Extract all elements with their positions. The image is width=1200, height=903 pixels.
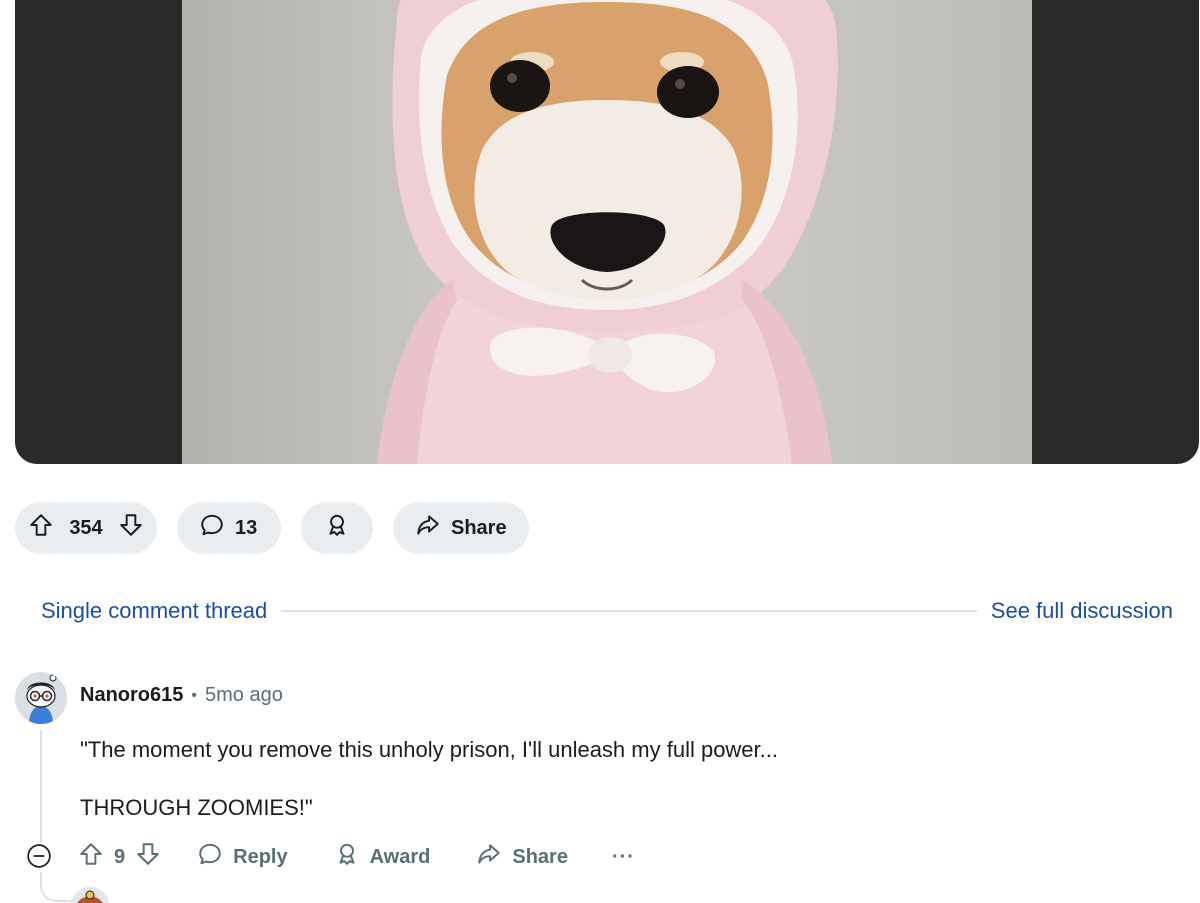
downvote-icon[interactable]	[118, 512, 144, 544]
reply-button[interactable]: Reply	[197, 841, 288, 873]
comments-button[interactable]: 13	[177, 502, 281, 554]
dog-illustration	[377, 0, 838, 464]
comment-count: 13	[235, 516, 258, 539]
share-arrow-icon	[476, 841, 502, 873]
award-icon	[334, 841, 360, 873]
snoo-avatar-icon	[15, 672, 67, 724]
comment-paragraph: "The moment you remove this unholy priso…	[80, 737, 778, 762]
reply-label: Reply	[233, 845, 288, 868]
see-full-discussion-link[interactable]: See full discussion	[991, 598, 1173, 624]
share-label: Share	[451, 516, 507, 539]
award-icon	[324, 512, 350, 544]
comment-meta: Nanoro615 • 5mo ago	[80, 684, 283, 707]
downvote-icon[interactable]	[135, 841, 161, 873]
comment-action-bar: 9 Reply Award Share ···	[26, 840, 635, 874]
upvote-icon[interactable]	[28, 512, 54, 544]
vote-control: 354	[15, 502, 157, 554]
comment-vote-count: 9	[114, 845, 126, 868]
single-comment-thread-link[interactable]: Single comment thread	[41, 598, 267, 624]
post-action-bar: 354 13 Share	[15, 502, 529, 554]
comment-bubble-icon	[197, 841, 223, 873]
comment-body: "The moment you remove this unholy priso…	[80, 735, 778, 851]
share-button[interactable]: Share	[476, 841, 568, 873]
vote-count: 354	[69, 516, 103, 539]
collapse-thread-button[interactable]	[26, 843, 54, 871]
comment-paragraph: THROUGH ZOOMIES!"	[80, 795, 313, 820]
collapse-minus-icon	[27, 844, 51, 868]
comment-bubble-icon	[199, 512, 225, 544]
reply-thread-connector	[40, 872, 72, 902]
thread-divider	[281, 610, 977, 612]
comment-author[interactable]: Nanoro615	[80, 684, 183, 707]
award-button[interactable]	[301, 502, 373, 554]
snoo-avatar-icon	[70, 887, 110, 903]
comment-vote-control: 9	[78, 841, 161, 873]
thread-line[interactable]	[40, 730, 42, 842]
comment-timestamp: 5mo ago	[204, 684, 283, 706]
share-arrow-icon	[415, 512, 441, 544]
avatar[interactable]	[15, 672, 67, 724]
share-label: Share	[512, 845, 568, 868]
award-button[interactable]: Award	[334, 841, 431, 873]
share-button[interactable]: Share	[393, 502, 529, 554]
thread-navigation: Single comment thread See full discussio…	[41, 594, 1173, 628]
post-media[interactable]	[15, 0, 1199, 464]
award-label: Award	[369, 845, 431, 868]
meta-separator: •	[191, 686, 197, 704]
post-image[interactable]	[182, 0, 1032, 464]
reply-avatar[interactable]	[70, 887, 110, 903]
upvote-icon[interactable]	[78, 841, 104, 873]
more-options-button[interactable]: ···	[612, 846, 635, 869]
